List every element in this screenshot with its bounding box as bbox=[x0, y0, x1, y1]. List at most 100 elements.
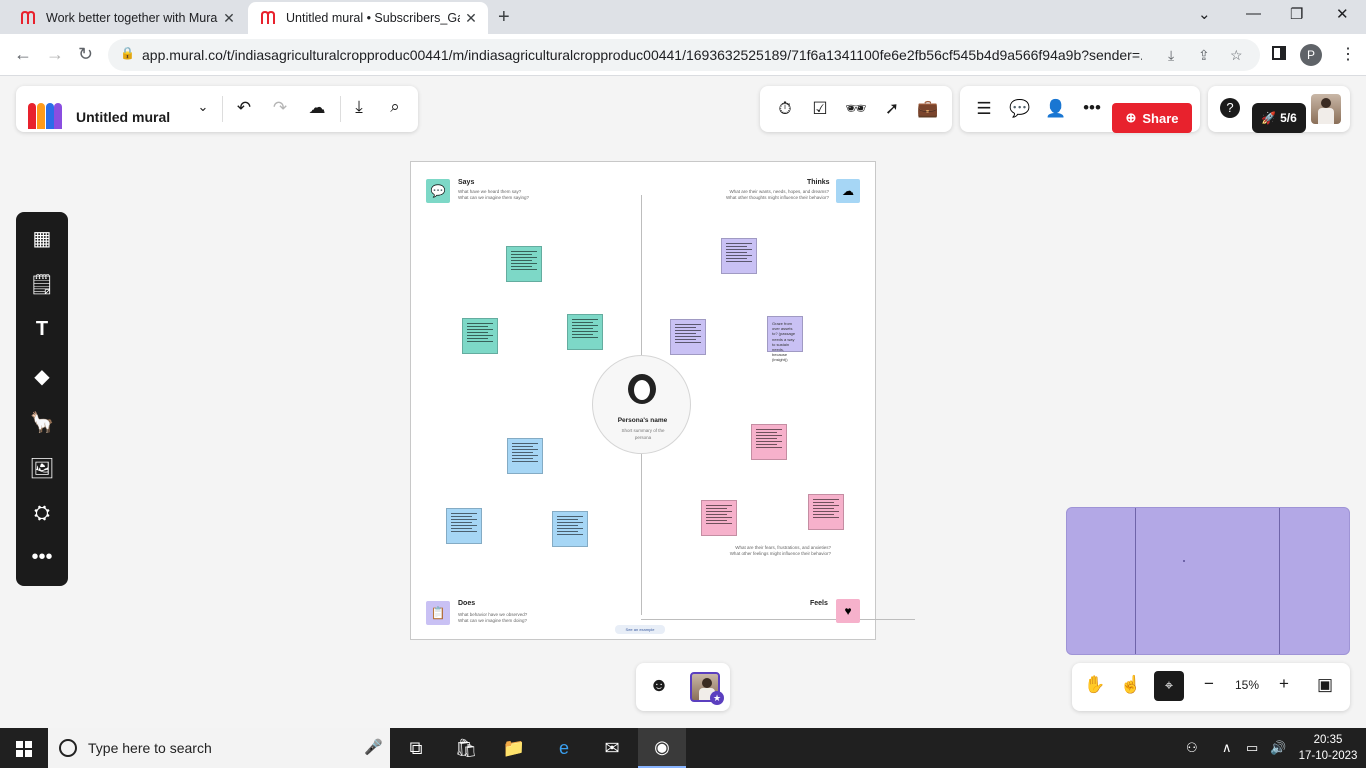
frameworks-icon[interactable]: ⛭ bbox=[16, 502, 68, 525]
mural-logo[interactable] bbox=[28, 103, 62, 129]
comments-icon[interactable]: 💬 bbox=[1009, 99, 1031, 119]
icons-llama-icon[interactable]: 🦙 bbox=[16, 410, 68, 435]
minimap[interactable] bbox=[1066, 507, 1350, 655]
says-prompt-2: What can we imagine them saying? bbox=[458, 195, 530, 200]
chrome-icon[interactable]: ◉ bbox=[638, 728, 686, 768]
restore-icon[interactable]: ❐ bbox=[1290, 5, 1303, 23]
cloud-sync-icon[interactable]: ☁ bbox=[306, 98, 328, 118]
outline-icon[interactable]: ☰ bbox=[973, 99, 995, 119]
clock-time: 20:35 bbox=[1313, 734, 1343, 746]
zoom-in-icon[interactable]: + bbox=[1273, 674, 1295, 694]
sticky-note[interactable] bbox=[701, 500, 737, 536]
left-toolbar: ▦ 🗒 T ◆ 🦙 🖼 ⛭ ••• bbox=[16, 212, 68, 586]
browser-tab-mural-home[interactable]: Work better together with Mural ✕ bbox=[8, 2, 246, 34]
tab-search-chevron-icon[interactable]: ⌄ bbox=[1198, 5, 1211, 23]
mural-title[interactable]: Untitled mural bbox=[76, 109, 170, 125]
onboarding-progress-button[interactable]: 🚀 5/6 bbox=[1252, 103, 1306, 133]
sticky-note[interactable] bbox=[446, 508, 482, 544]
close-window-icon[interactable]: ✕ bbox=[1336, 5, 1349, 23]
toggle-minimap-icon[interactable]: ▣ bbox=[1314, 675, 1336, 695]
install-app-icon[interactable]: ⤓ bbox=[1168, 47, 1174, 64]
side-panel-icon[interactable] bbox=[1272, 46, 1286, 60]
sticky-note-icon[interactable]: 🗒 bbox=[16, 272, 68, 297]
empathy-map-board[interactable]: 💬 Says What have we heard them say? What… bbox=[410, 161, 915, 640]
battery-icon[interactable]: ▭ bbox=[1246, 740, 1258, 756]
profile-avatar[interactable]: P bbox=[1300, 44, 1322, 66]
taskbar-search[interactable]: Type here to search 🎤 bbox=[48, 728, 390, 768]
search-icon[interactable]: ⌕ bbox=[384, 97, 406, 117]
rocket-icon: 🚀 bbox=[1261, 111, 1277, 125]
sticky-note[interactable] bbox=[506, 246, 542, 282]
export-download-icon[interactable]: ⤓ bbox=[348, 97, 370, 117]
sticky-note[interactable] bbox=[552, 511, 588, 547]
more-tools-icon[interactable]: ••• bbox=[16, 546, 68, 569]
hand-pan-icon[interactable]: ✋ bbox=[1084, 675, 1106, 695]
new-tab-plus-icon[interactable]: + bbox=[498, 6, 510, 29]
text-tool-icon[interactable]: T bbox=[16, 318, 68, 341]
mural-favicon-icon bbox=[21, 11, 35, 24]
touch-select-icon[interactable]: ☝ bbox=[1120, 675, 1142, 695]
mural-canvas-area[interactable]: Untitled mural ⌄ ↶ ↷ ☁ ⤓ ⌕ ⏱ ☑ 🕶 ➚ 💼 ☰ 💬… bbox=[0, 77, 1366, 728]
navigation-panel: ✋ ☝ ⌖ − 15% + ▣ bbox=[1072, 663, 1350, 711]
title-dropdown-chevron-icon[interactable]: ⌄ bbox=[192, 99, 214, 115]
more-options-icon[interactable]: ••• bbox=[1081, 98, 1103, 118]
sticky-note[interactable] bbox=[567, 314, 603, 350]
sticky-note[interactable] bbox=[507, 438, 543, 474]
timer-icon[interactable]: ⏱ bbox=[774, 99, 796, 119]
sticky-note[interactable]: Graze from over assets to? (passage need… bbox=[767, 316, 803, 362]
microphone-icon[interactable]: 🎤 bbox=[364, 738, 383, 756]
task-view-icon[interactable]: ⧉ bbox=[392, 728, 440, 768]
windows-start-icon[interactable] bbox=[16, 741, 32, 757]
sticky-note[interactable] bbox=[670, 319, 706, 355]
sticky-note[interactable] bbox=[462, 318, 498, 354]
sticky-note[interactable] bbox=[751, 424, 787, 460]
reload-icon[interactable]: ↻ bbox=[78, 44, 93, 65]
zoom-level[interactable]: 15% bbox=[1222, 678, 1272, 692]
summon-cursor-icon[interactable]: ➚ bbox=[881, 99, 903, 119]
browser-tab-untitled-mural[interactable]: Untitled mural • Subscribers_Gal ✕ bbox=[248, 2, 488, 34]
persona-circle[interactable]: Persona's name Short summary of the pers… bbox=[592, 355, 691, 454]
templates-icon[interactable]: ▦ bbox=[16, 226, 68, 251]
system-clock[interactable]: 20:35 17-10-2023 bbox=[1296, 732, 1360, 764]
minimize-icon[interactable]: — bbox=[1246, 5, 1261, 22]
browser-address-bar: ← → ↻ 🔒 app.mural.co/t/indiasagricultura… bbox=[0, 34, 1366, 76]
private-mode-icon[interactable]: 🕶 bbox=[845, 99, 867, 119]
share-page-icon[interactable]: ⇪ bbox=[1198, 47, 1210, 64]
redo-icon[interactable]: ↷ bbox=[269, 98, 291, 118]
browser-menu-icon[interactable]: ⋮ bbox=[1340, 44, 1356, 64]
zoom-out-icon[interactable]: − bbox=[1198, 674, 1220, 694]
tab-title: Work better together with Mural bbox=[46, 11, 218, 25]
file-explorer-icon[interactable]: 📁 bbox=[490, 728, 538, 768]
forward-arrow-icon[interactable]: → bbox=[46, 44, 64, 65]
shapes-connectors-icon[interactable]: ◆ bbox=[16, 364, 68, 389]
collaborators-icon[interactable]: 👤 bbox=[1045, 99, 1067, 119]
divider bbox=[340, 96, 341, 122]
voting-icon[interactable]: ☑ bbox=[809, 99, 831, 119]
cortana-circle-icon bbox=[59, 739, 77, 757]
map-outline-icon[interactable]: ⌖ bbox=[1154, 671, 1184, 701]
lock-icon: 🔒 bbox=[120, 46, 135, 60]
microsoft-store-icon[interactable]: 🛍 bbox=[442, 728, 490, 768]
tab-close-icon[interactable]: ✕ bbox=[460, 10, 482, 27]
tray-expand-chevron-icon[interactable]: ∧ bbox=[1222, 740, 1232, 756]
user-avatar[interactable] bbox=[1311, 94, 1341, 124]
edge-browser-icon[interactable]: e bbox=[540, 728, 588, 768]
bookmark-star-icon[interactable]: ☆ bbox=[1230, 47, 1243, 64]
minimap-viewport-dot bbox=[1183, 560, 1185, 562]
back-arrow-icon[interactable]: ← bbox=[14, 44, 32, 65]
url-omnibox[interactable]: 🔒 app.mural.co/t/indiasagriculturalcropp… bbox=[108, 39, 1260, 71]
undo-icon[interactable]: ↶ bbox=[233, 98, 255, 118]
tab-close-icon[interactable]: ✕ bbox=[218, 10, 240, 27]
mail-icon[interactable]: ✉ bbox=[588, 728, 636, 768]
help-icon[interactable]: ? bbox=[1220, 98, 1240, 118]
see-example-link[interactable]: See an example bbox=[615, 625, 665, 634]
share-button[interactable]: ⊕ Share bbox=[1112, 103, 1192, 133]
image-icon[interactable]: 🖼 bbox=[16, 456, 68, 481]
clock-date: 17-10-2023 bbox=[1298, 750, 1358, 762]
facilitator-toolkit-icon[interactable]: 💼 bbox=[917, 99, 939, 119]
volume-icon[interactable]: 🔊 bbox=[1270, 740, 1286, 756]
emoji-reaction-icon[interactable]: ☻ bbox=[648, 675, 670, 697]
sticky-note[interactable] bbox=[808, 494, 844, 530]
people-icon[interactable]: ⚇ bbox=[1186, 740, 1198, 756]
sticky-note[interactable] bbox=[721, 238, 757, 274]
